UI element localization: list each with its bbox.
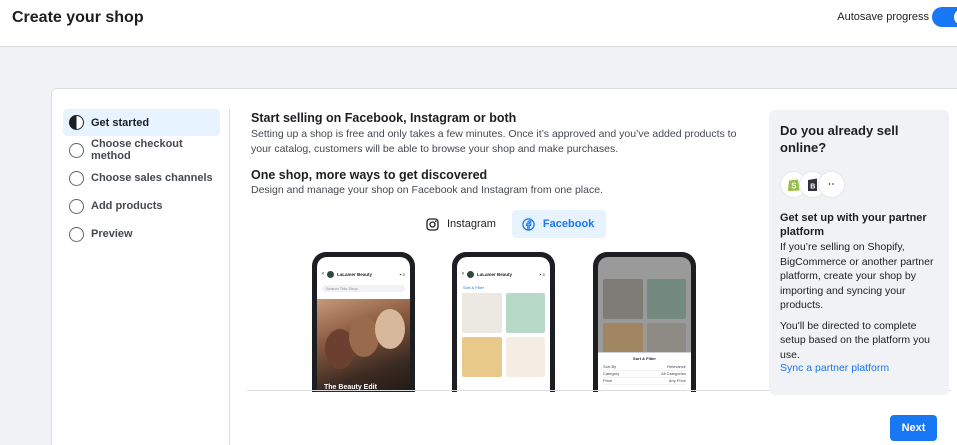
sort-filter-sheet: Sort & Filter Sort By Relevance Category A… [598, 352, 691, 392]
autosave-label: Autosave progress [837, 11, 929, 23]
intro-text: Setting up a shop is free and only takes… [251, 128, 737, 155]
back-arrow-icon: ‹ [322, 271, 324, 277]
step-choose-checkout-method[interactable]: Choose checkout method [63, 136, 220, 164]
step-circle-icon [69, 170, 84, 186]
sub-text: Design and manage your shop on Facebook … [251, 184, 603, 196]
product-tile [646, 279, 686, 319]
model-photo [375, 309, 405, 349]
next-button[interactable]: Next [890, 415, 937, 441]
phone-screen: ‹ LaLamer Beauty ▪ ≡ Sort & Filter [457, 257, 550, 392]
product-tile [505, 293, 545, 333]
facebook-tab-label: Facebook [542, 218, 595, 230]
step-circle-icon [69, 142, 84, 158]
facebook-tab[interactable]: Facebook [511, 210, 607, 238]
step-circle-icon [69, 226, 84, 242]
step-progress-icon [69, 115, 84, 130]
top-bar: Create your shop Autosave progress [0, 0, 957, 47]
step-add-products[interactable]: Add products [63, 192, 220, 220]
sort-row-label: Category [603, 371, 620, 376]
instagram-tab[interactable]: Instagram [416, 210, 508, 238]
phone-screen: Sort & Filter Sort By Relevance Category A… [598, 257, 691, 392]
page-title: Create your shop [12, 9, 144, 26]
instagram-icon [426, 217, 439, 231]
sort-row: Price Any Price [603, 378, 686, 385]
section-heading: Start selling on Facebook, Instagram or … [251, 111, 517, 125]
step-preview[interactable]: Preview [63, 220, 220, 248]
shop-logo-icon [327, 270, 334, 278]
instagram-tab-label: Instagram [447, 218, 496, 230]
shop-search: Search This Shop [322, 285, 405, 292]
step-list: Get started Choose checkout method Choos… [63, 109, 220, 248]
facebook-icon [522, 217, 535, 231]
sort-row-value: Any Price [668, 378, 686, 383]
step-label: Add products [91, 200, 163, 212]
partner-logos: S B ⋅⋅ [780, 171, 938, 198]
phone-preview-home: ‹ LaLamer Beauty ▪ ≡ Search This Shop Th… [312, 252, 415, 392]
step-label: Choose checkout method [91, 138, 183, 162]
product-tile [462, 293, 502, 333]
step-circle-icon [69, 198, 84, 214]
sort-filter-link: Sort & Filter [463, 285, 485, 290]
step-choose-sales-channels[interactable]: Choose sales channels [63, 164, 220, 192]
sort-row-label: Price [603, 378, 613, 383]
step-label: Choose sales channels [91, 172, 213, 184]
product-tile [462, 337, 502, 377]
sort-row: Category All Categories [603, 371, 686, 378]
svg-text:S: S [791, 182, 797, 191]
sort-row: Sort By Relevance [603, 364, 686, 371]
product-grid [603, 279, 686, 363]
shop-name: LaLamer Beauty [477, 271, 513, 277]
platform-toggle: Instagram Facebook [416, 210, 607, 238]
shop-name: LaLamer Beauty [337, 271, 373, 277]
sort-row-value: All Categories [661, 371, 686, 376]
step-label: Preview [91, 228, 133, 240]
product-tile [505, 337, 545, 377]
step-get-started[interactable]: Get started [63, 109, 220, 136]
sort-sheet-title: Sort & Filter [633, 356, 656, 361]
section-subheading: One shop, more ways to get discovered [251, 168, 488, 182]
partner-panel-heading: Do you already sell online? [780, 123, 899, 155]
shop-header: ‹ LaLamer Beauty ▪ ≡ [457, 263, 550, 285]
sort-row-value: Relevance [667, 364, 686, 369]
sync-partner-link[interactable]: Sync a partner platform [780, 362, 938, 374]
partner-text: If you’re selling on Shopify, BigCommerc… [780, 241, 934, 311]
vertical-divider [229, 109, 230, 445]
sort-row-label: Sort By [603, 364, 617, 369]
cart-icon: ▪ ≡ [539, 271, 545, 277]
phone-preview-filter: Sort & Filter Sort By Relevance Category A… [593, 252, 696, 392]
more-icon: ⋅⋅ [818, 171, 845, 198]
phone-screen: ‹ LaLamer Beauty ▪ ≡ Search This Shop Th… [317, 257, 410, 392]
autosave-toggle[interactable] [932, 7, 957, 27]
svg-text:B: B [810, 183, 815, 190]
shop-logo-icon [467, 270, 474, 278]
redirect-text: You'll be directed to complete setup bas… [780, 319, 931, 361]
partner-panel: Do you already sell online? S B ⋅⋅ Get s… [769, 110, 949, 395]
product-tile [603, 279, 643, 319]
step-label: Get started [91, 116, 150, 129]
product-grid [462, 293, 545, 377]
main-content: Start selling on Facebook, Instagram or … [251, 111, 751, 198]
phone-preview-grid: ‹ LaLamer Beauty ▪ ≡ Sort & Filter [452, 252, 555, 392]
back-arrow-icon: ‹ [462, 271, 464, 277]
hero-image: The Beauty Edit [317, 299, 410, 392]
partner-subheading: Get set up with your partner platform [780, 212, 927, 238]
shop-header: ‹ LaLamer Beauty ▪ ≡ [317, 263, 410, 285]
cart-icon: ▪ ≡ [399, 271, 405, 277]
